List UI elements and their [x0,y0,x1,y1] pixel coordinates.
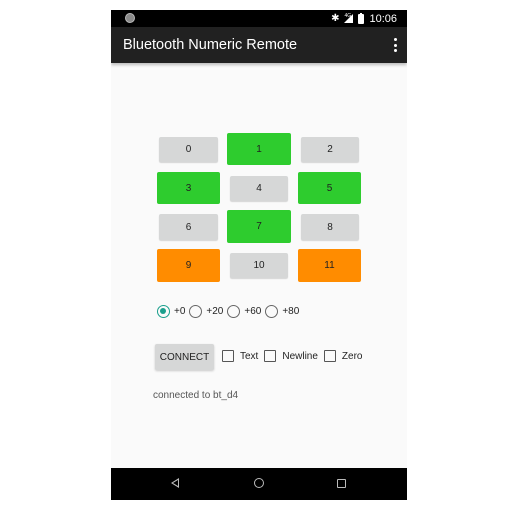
radio-unchecked-icon[interactable] [265,305,279,318]
checkbox-icon[interactable] [323,350,336,362]
key-7-button[interactable]: 7 [227,210,291,243]
key-6-button[interactable]: 6 [159,214,218,240]
option-checkboxes: Text Newline Zero [222,350,368,362]
checkbox-icon[interactable] [264,350,277,362]
checkbox-label: Text [240,350,259,362]
radio-label: +60 [244,306,262,317]
key-1-button[interactable]: 1 [227,133,291,165]
key-2-button[interactable]: 2 [301,137,359,162]
key-11-button[interactable]: 11 [298,249,361,282]
connect-button[interactable]: CONNECT [155,344,214,370]
battery-icon [358,12,365,24]
nav-bar [111,468,407,500]
key-8-button[interactable]: 8 [301,214,359,240]
radio-checked-icon[interactable] [157,305,170,318]
recents-icon[interactable] [337,479,346,488]
radio-label: +80 [282,306,300,317]
phone-screen: ✱ 4G 10:06 Bluetooth Numeric Remote 0 1 … [111,10,407,500]
checkbox-text[interactable]: Text [222,350,258,362]
notification-dot-icon [125,13,135,23]
status-bar: ✱ 4G 10:06 [111,10,407,27]
bluetooth-icon: ✱ [331,13,340,24]
overflow-menu-icon[interactable] [393,38,397,52]
checkbox-label: Zero [341,350,363,362]
key-5-button[interactable]: 5 [298,172,361,204]
connection-status: connected to bt_d4 [153,390,239,401]
radio-unchecked-icon[interactable] [189,305,203,318]
home-icon[interactable] [254,478,264,488]
status-icons: ✱ 4G 10:06 [331,10,397,27]
key-10-button[interactable]: 10 [230,253,288,278]
radio-offset-80[interactable]: +80 [265,305,299,318]
radio-label: +20 [206,306,224,317]
key-3-button[interactable]: 3 [157,172,220,204]
offset-radio-group: +0 +20 +60 +80 [157,305,303,318]
checkbox-zero[interactable]: Zero [323,350,363,362]
key-0-button[interactable]: 0 [159,137,218,162]
clock: 10:06 [369,12,397,25]
radio-unchecked-icon[interactable] [227,305,241,318]
checkbox-newline[interactable]: Newline [264,350,318,362]
radio-label: +0 [174,306,186,317]
back-icon[interactable] [171,478,179,488]
checkbox-label: Newline [282,350,318,362]
app-bar: Bluetooth Numeric Remote [111,27,407,63]
radio-offset-0[interactable]: +0 [157,305,185,318]
network-type-label: 4G [344,13,352,19]
radio-offset-20[interactable]: +20 [189,305,223,318]
key-9-button[interactable]: 9 [157,249,220,282]
key-4-button[interactable]: 4 [230,176,288,201]
app-title: Bluetooth Numeric Remote [123,37,298,53]
signal-icon: 4G [344,13,354,23]
checkbox-icon[interactable] [222,350,234,362]
radio-offset-60[interactable]: +60 [227,305,261,318]
